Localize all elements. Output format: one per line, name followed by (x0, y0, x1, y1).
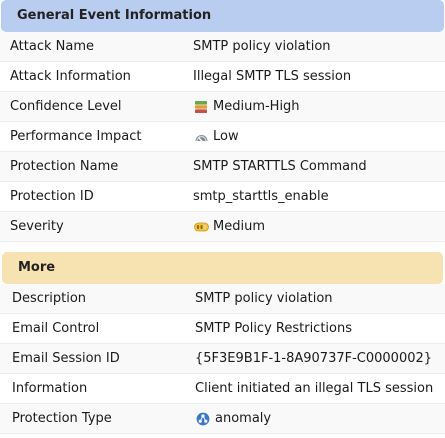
attack-name-label: Attack Name (10, 39, 94, 54)
row-information: Information Client initiated an illegal … (0, 374, 445, 404)
protection-type-label: Protection Type (12, 411, 112, 426)
row-email-session-id: Email Session ID {5F3E9B1F-1-8A90737F-C0… (0, 344, 445, 374)
row-protection-type: Protection Type anomaly (0, 404, 445, 434)
description-label: Description (12, 291, 87, 306)
performance-impact-value: Low (193, 129, 239, 145)
email-control-value: SMTP Policy Restrictions (195, 321, 353, 336)
row-description: Description SMTP policy violation (0, 284, 445, 314)
email-control-label: Email Control (12, 321, 100, 336)
information-value: Client initiated an illegal TLS session (195, 381, 434, 396)
confidence-level-label: Confidence Level (10, 99, 122, 114)
more-header: More (2, 252, 443, 284)
protection-type-value: anomaly (195, 411, 271, 427)
row-email-control: Email Control SMTP Policy Restrictions (0, 314, 445, 344)
row-protection-name: Protection Name SMTP STARTTLS Command (0, 152, 445, 182)
protection-id-label: Protection ID (10, 189, 94, 204)
attack-name-value: SMTP policy violation (193, 39, 331, 54)
email-session-id-value: {5F3E9B1F-1-8A90737F-C0000002} (195, 351, 433, 366)
severity-medium-icon (193, 219, 209, 235)
gauge-icon (193, 129, 209, 145)
information-label: Information (12, 381, 88, 396)
confidence-level-value: Medium-High (193, 99, 300, 115)
attack-information-label: Attack Information (10, 69, 131, 84)
row-performance-impact: Performance Impact Low (0, 122, 445, 152)
row-attack-name: Attack Name SMTP policy violation (0, 32, 445, 62)
row-attack-information: Attack Information Illegal SMTP TLS sess… (0, 62, 445, 92)
general-event-header: General Event Information (1, 0, 444, 32)
protection-name-value: SMTP STARTTLS Command (193, 159, 367, 174)
severity-value: Medium (193, 219, 265, 235)
confidence-level-icon (193, 99, 209, 115)
more-rows: Description SMTP policy violation Email … (0, 284, 445, 434)
row-severity: Severity Medium (0, 212, 445, 242)
general-event-section: General Event Information Attack Name SM… (0, 0, 445, 242)
more-section: More Description SMTP policy violation E… (0, 252, 445, 434)
email-session-id-label: Email Session ID (12, 351, 120, 366)
severity-label: Severity (10, 219, 64, 234)
performance-impact-label: Performance Impact (10, 129, 142, 144)
general-event-rows: Attack Name SMTP policy violation Attack… (0, 32, 445, 242)
anomaly-icon (195, 411, 211, 427)
protection-name-label: Protection Name (10, 159, 119, 174)
row-confidence-level: Confidence Level Medium-High (0, 92, 445, 122)
protection-id-value: smtp_starttls_enable (193, 189, 329, 204)
description-value: SMTP policy violation (195, 291, 333, 306)
row-protection-id: Protection ID smtp_starttls_enable (0, 182, 445, 212)
attack-information-value: Illegal SMTP TLS session (193, 69, 352, 84)
